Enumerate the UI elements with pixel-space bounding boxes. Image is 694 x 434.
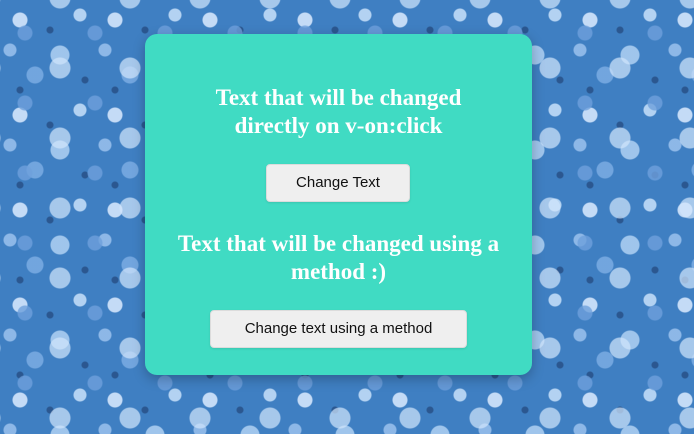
- direct-change-heading: Text that will be changed directly on v-…: [215, 85, 462, 138]
- content-card: Text that will be changed directly on v-…: [145, 34, 532, 375]
- change-text-button[interactable]: Change Text: [266, 164, 410, 202]
- change-text-method-button[interactable]: Change text using a method: [210, 310, 467, 348]
- method-change-heading: Text that will be changed using a method…: [177, 231, 500, 284]
